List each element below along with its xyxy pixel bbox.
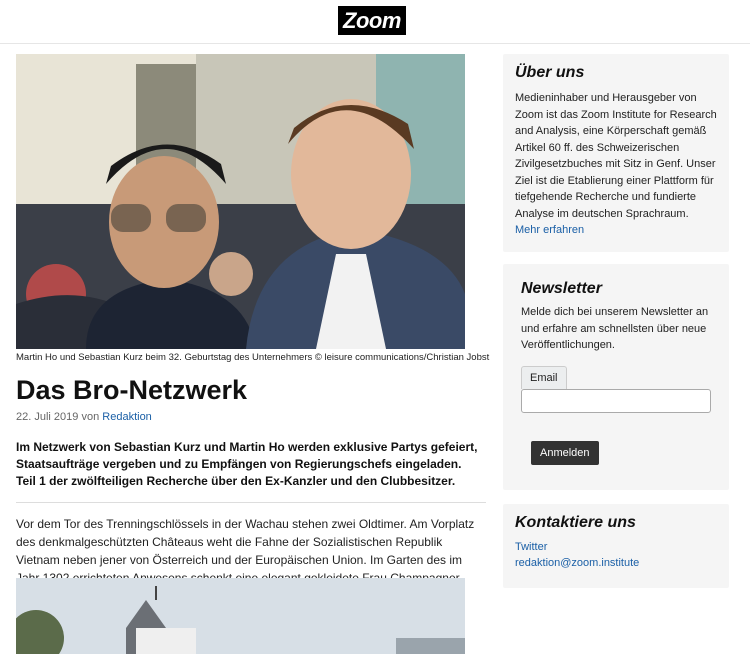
newsletter-card: Newsletter Melde dich bei unserem Newsle… — [503, 264, 729, 490]
contact-email-link[interactable]: redaktion@zoom.institute — [515, 555, 717, 571]
article-meta: 22. Juli 2019 von Redaktion — [16, 411, 486, 423]
email-label: Email — [521, 365, 567, 389]
contact-card: Kontaktiere uns Twitter redaktion@zoom.i… — [503, 504, 729, 588]
site-logo[interactable]: Zoom — [338, 6, 406, 35]
image-caption: Martin Ho und Sebastian Kurz beim 32. Ge… — [16, 352, 490, 363]
newsletter-title: Newsletter — [521, 280, 602, 297]
article-divider — [16, 502, 486, 503]
article-title: Das Bro-Netzwerk — [16, 375, 248, 405]
about-text: Medieninhaber und Herausgeber von Zoom i… — [515, 92, 717, 220]
article-date: 22. Juli 2019 — [16, 411, 79, 423]
article: Martin Ho und Sebastian Kurz beim 32. Ge… — [16, 54, 490, 654]
subscribe-button[interactable]: Anmelden — [531, 440, 599, 465]
more-info-link[interactable]: Mehr erfahren — [515, 224, 717, 236]
twitter-link[interactable]: Twitter — [515, 539, 717, 555]
author-link[interactable]: Redaktion — [102, 411, 152, 423]
article-hero-image — [16, 54, 465, 349]
about-card: Über uns Medieninhaber und Herausgeber v… — [503, 54, 729, 252]
email-input[interactable] — [521, 388, 711, 413]
newsletter-text: Melde dich bei unserem Newsletter an und… — [521, 306, 709, 351]
article-by: von — [81, 411, 100, 423]
site-header: Zoom — [0, 0, 750, 44]
article-second-image — [16, 578, 465, 654]
contact-title: Kontaktiere uns — [515, 514, 636, 531]
about-title: Über uns — [515, 64, 585, 81]
article-lead: Im Netzwerk von Sebastian Kurz und Marti… — [16, 440, 478, 488]
